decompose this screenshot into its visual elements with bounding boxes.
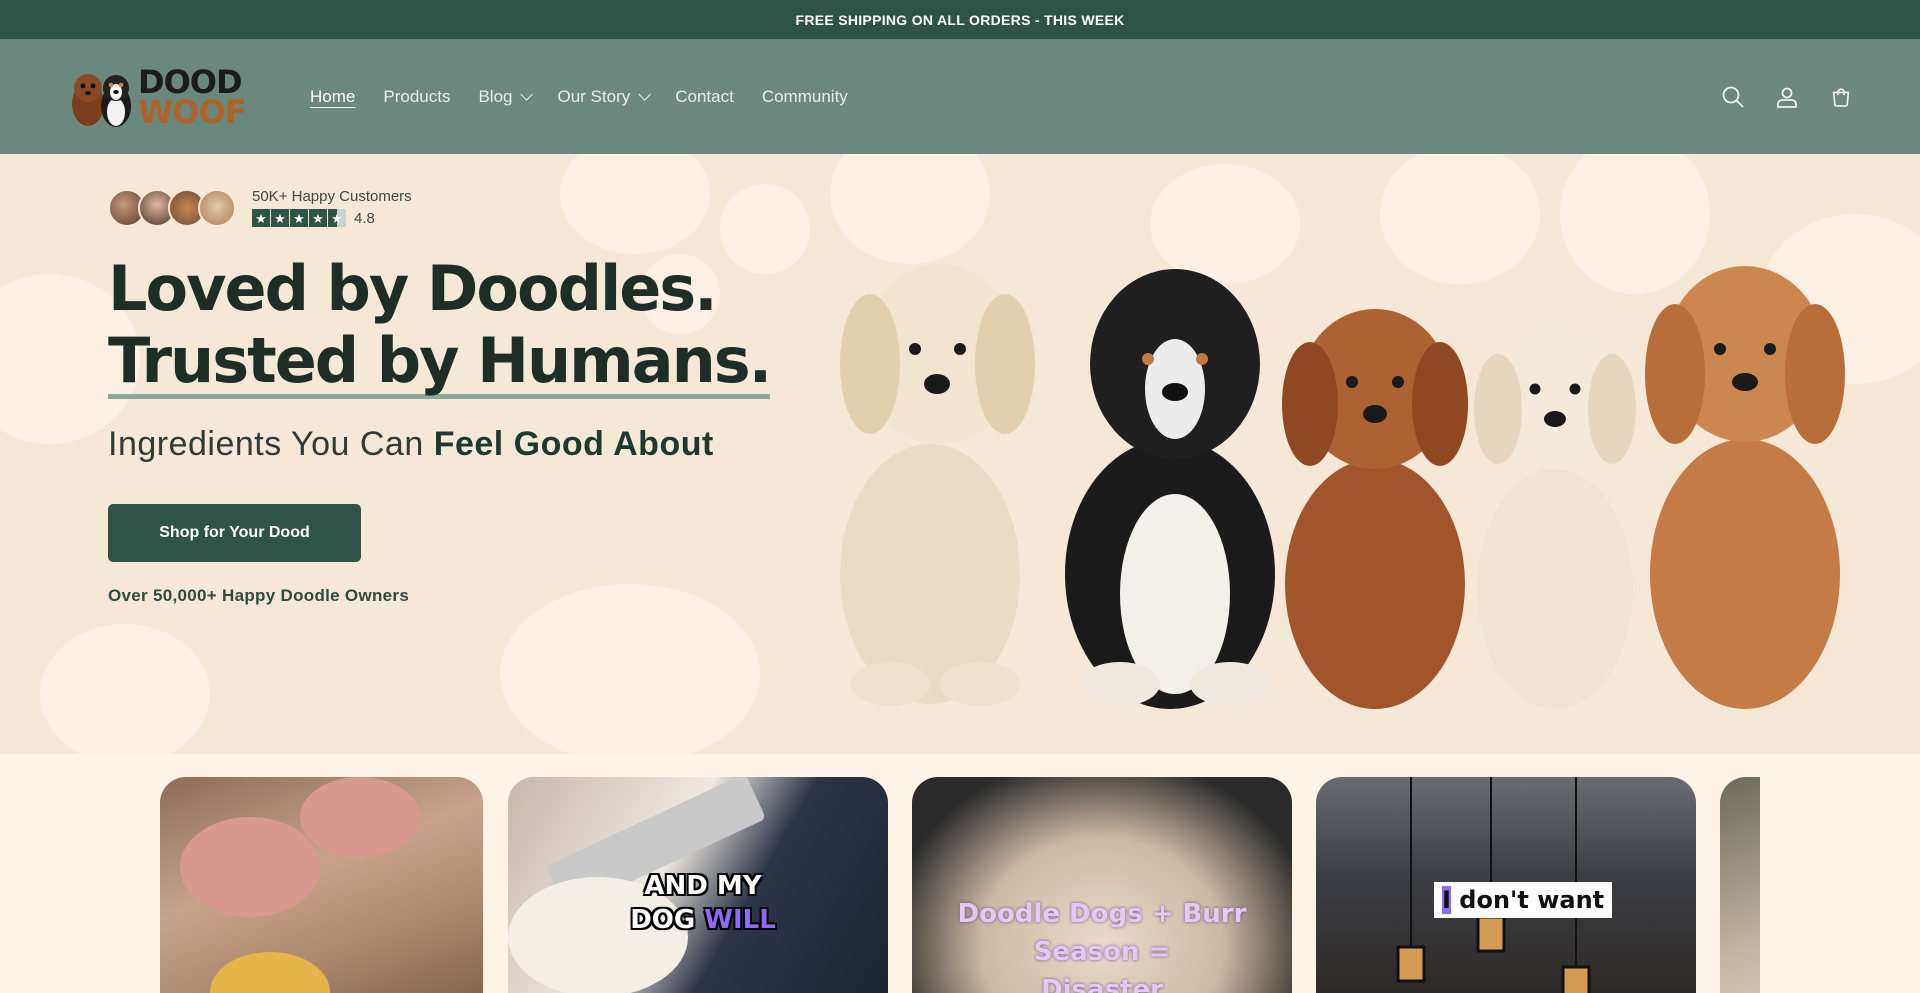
caption-cursor: I [1442, 886, 1451, 914]
caption-line-1: AND MY [644, 871, 762, 901]
video-card[interactable] [1720, 777, 1760, 993]
star-rating: ★ ★ ★ ★ ★ [252, 209, 346, 227]
header-actions [1720, 39, 1854, 154]
nav-community[interactable]: Community [748, 87, 862, 107]
account-icon[interactable] [1774, 84, 1800, 110]
nav-blog-label: Blog [478, 86, 513, 106]
caption-will: WILL [704, 905, 776, 935]
chevron-down-icon [638, 88, 652, 101]
puppy-cream [840, 264, 1035, 706]
puppy-tricolor [1065, 269, 1275, 709]
headline-line-2: Trusted by Humans. [108, 324, 772, 399]
logo-dogs-icon [72, 73, 131, 127]
caption-line-2: Disaster [1041, 975, 1163, 993]
star-icon: ★ [290, 209, 308, 227]
star-icon: ★ [309, 209, 327, 227]
nav-products-label: Products [383, 86, 451, 106]
owners-note: Over 50,000+ Happy Doodle Owners [108, 586, 410, 605]
nav-community-label: Community [761, 86, 848, 106]
star-icon: ★ [252, 209, 270, 227]
hero-section: 50K+ Happy Customers ★ ★ ★ ★ ★ 4.8 Loved… [0, 154, 1920, 754]
shop-button[interactable]: Shop for Your Dood [108, 504, 361, 562]
subhead-prefix: Ingredients You Can [108, 425, 434, 463]
nav-our-story[interactable]: Our Story [543, 87, 661, 107]
logo[interactable]: DOOD WOOF [66, 61, 247, 133]
logo-wordmark: DOOD WOOF [138, 62, 247, 131]
hero-headline: Loved by Doodles. Trusted by Humans. [108, 253, 828, 399]
search-icon[interactable] [1720, 84, 1746, 110]
video-card[interactable]: AND MY DOG WILL [508, 777, 888, 993]
video-thumbnail [180, 777, 420, 993]
video-carousel: AND MY DOG WILL Doodle Dogs + Burr Seaso… [160, 777, 1760, 993]
caption-text: don't want [1450, 886, 1605, 914]
cart-icon[interactable] [1828, 84, 1854, 110]
headline-line-1: Loved by Doodles. [108, 252, 718, 325]
subhead-bold: Feel Good About [433, 425, 714, 463]
social-proof: 50K+ Happy Customers ★ ★ ★ ★ ★ 4.8 [108, 188, 828, 227]
logo-text-woof: WOOF [138, 92, 247, 131]
customer-avatars [108, 188, 236, 227]
video-caption: AND MY DOG WILL [628, 869, 778, 937]
announcement-bar: FREE SHIPPING ON ALL ORDERS - THIS WEEK [0, 0, 1920, 39]
customers-count: 50K+ Happy Customers [252, 188, 412, 205]
video-caption: Doodle Dogs + Burr Season = Disaster [912, 895, 1292, 993]
nav-contact[interactable]: Contact [661, 87, 748, 107]
rating: ★ ★ ★ ★ ★ 4.8 [252, 209, 412, 227]
nav-products[interactable]: Products [369, 87, 464, 107]
paw-pattern [500, 584, 760, 754]
paw-pattern [40, 624, 210, 754]
star-icon: ★ [271, 209, 289, 227]
puppy-apricot [1645, 266, 1845, 709]
hero-subheading: Ingredients You Can Feel Good About [108, 425, 828, 464]
nav-home-label: Home [310, 86, 356, 106]
video-caption: I don't want [1434, 882, 1613, 918]
caption-line-1: Doodle Dogs + Burr Season = [957, 899, 1247, 967]
video-card[interactable]: Doodle Dogs + Burr Season = Disaster [912, 777, 1292, 993]
nav-home[interactable]: Home [296, 87, 369, 107]
site-header: DOOD WOOF Home Products Blog Our Story C… [0, 39, 1920, 154]
rating-value: 4.8 [354, 209, 375, 227]
video-card[interactable]: I don't want [1316, 777, 1696, 993]
puppy-red [1282, 309, 1468, 709]
announcement-text: FREE SHIPPING ON ALL ORDERS - THIS WEEK [795, 11, 1125, 28]
video-card[interactable] [160, 777, 483, 993]
half-star-icon: ★ [328, 209, 346, 227]
caption-dog: DOG [630, 905, 705, 935]
puppy-white [1474, 319, 1636, 709]
chevron-down-icon [520, 88, 534, 101]
avatar [198, 188, 236, 227]
doodle-puppies-image [840, 264, 1845, 709]
nav-contact-label: Contact [675, 86, 734, 106]
nav-blog[interactable]: Blog [464, 87, 543, 107]
main-nav: Home Products Blog Our Story Contact Com… [296, 87, 862, 107]
nav-our-story-label: Our Story [557, 86, 631, 106]
logo-text-dood: DOOD [138, 62, 243, 101]
hero-content: 50K+ Happy Customers ★ ★ ★ ★ ★ 4.8 Loved… [108, 188, 828, 606]
